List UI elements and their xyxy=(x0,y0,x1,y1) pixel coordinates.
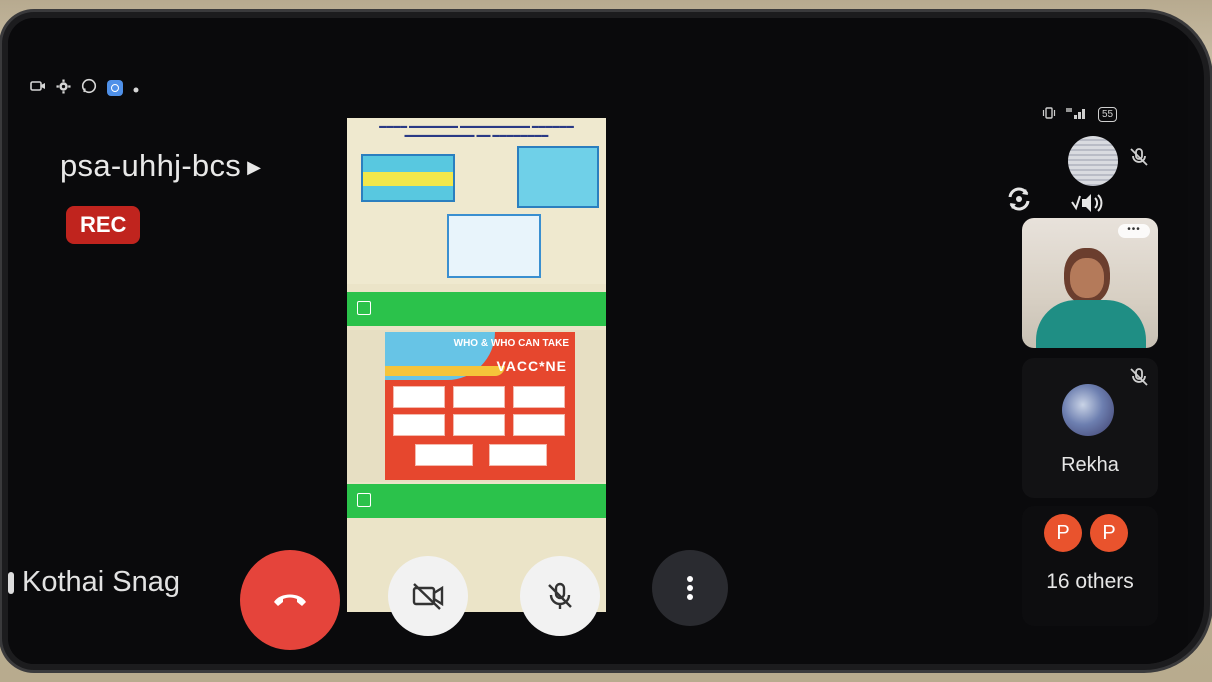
vaccine-poster-frame: WHO & WHO CAN TAKE VACC*NE xyxy=(347,330,606,482)
status-bar-left xyxy=(30,78,139,98)
poster-card xyxy=(393,386,445,408)
poster-card xyxy=(489,444,547,466)
battery-icon: 55 xyxy=(1098,107,1118,122)
gear-icon xyxy=(56,78,71,98)
camera-toggle-button[interactable] xyxy=(388,556,468,636)
participant-name: Rekha xyxy=(1061,454,1119,476)
image-icon xyxy=(357,493,371,507)
poster-card xyxy=(513,414,565,436)
dot-icon xyxy=(133,80,139,97)
chevron-right-icon: ▶ xyxy=(247,157,262,178)
image-icon xyxy=(357,301,371,315)
slide-thumbnail-1 xyxy=(361,154,455,202)
speaking-indicator-icon xyxy=(8,572,14,595)
whatsapp-icon xyxy=(81,78,97,98)
poster-card xyxy=(415,444,473,466)
poster-card xyxy=(513,386,565,408)
share-toolbar-1 xyxy=(347,292,606,326)
vaccine-poster: WHO & WHO CAN TAKE VACC*NE xyxy=(385,332,575,480)
phone-frame: 55 psa-uhhj-bcs ▶ REC ▬▬▬▬ ▬▬▬▬▬▬▬ ▬▬▬▬▬▬… xyxy=(8,18,1204,664)
presenter-label: Kothai Snag xyxy=(8,566,180,599)
signal-icon xyxy=(1066,106,1088,123)
avatar xyxy=(1062,384,1114,436)
camera-off-icon xyxy=(410,581,446,611)
more-vertical-icon xyxy=(686,575,694,601)
mic-off-icon xyxy=(544,580,576,612)
meet-screen: 55 psa-uhhj-bcs ▶ REC ▬▬▬▬ ▬▬▬▬▬▬▬ ▬▬▬▬▬▬… xyxy=(8,18,1188,664)
mic-off-icon xyxy=(1128,146,1150,174)
poster-heading: WHO & WHO CAN TAKE xyxy=(453,338,569,349)
slide-title-text: ▬▬▬▬ ▬▬▬▬▬▬▬ ▬▬▬▬▬▬▬▬▬▬ ▬▬▬▬▬▬ ▬▬▬▬▬▬▬▬▬▬… xyxy=(379,123,574,139)
mic-toggle-button[interactable] xyxy=(520,556,600,636)
switch-camera-icon[interactable] xyxy=(1004,184,1034,221)
meeting-code[interactable]: psa-uhhj-bcs ▶ xyxy=(60,148,261,184)
others-tile[interactable]: P P 16 others xyxy=(1022,506,1158,626)
end-call-button[interactable] xyxy=(240,550,340,650)
poster-card xyxy=(453,386,505,408)
slide-thumbnail-3 xyxy=(447,214,541,278)
self-avatar[interactable] xyxy=(1068,136,1118,186)
end-call-icon xyxy=(270,590,310,610)
app-icon xyxy=(107,80,123,96)
share-toolbar-2 xyxy=(347,484,606,518)
mic-off-icon xyxy=(1128,366,1150,394)
camera-icon xyxy=(30,79,46,97)
poster-title: VACC*NE xyxy=(496,358,567,374)
poster-card xyxy=(453,414,505,436)
meeting-code-text: psa-uhhj-bcs xyxy=(60,148,242,183)
status-bar-right: 55 xyxy=(1042,106,1118,123)
more-options-button[interactable] xyxy=(652,550,728,626)
participant-video-tile[interactable]: ••• xyxy=(1022,218,1158,348)
slide-thumbnail-2 xyxy=(517,146,599,208)
presenter-name: Kothai Snag xyxy=(22,566,181,598)
participant-tile-rekha[interactable]: Rekha xyxy=(1022,358,1158,498)
avatar-badge: P xyxy=(1090,514,1128,552)
screen-share-view[interactable]: ▬▬▬▬ ▬▬▬▬▬▬▬ ▬▬▬▬▬▬▬▬▬▬ ▬▬▬▬▬▬ ▬▬▬▬▬▬▬▬▬▬… xyxy=(347,118,606,612)
recording-badge: REC xyxy=(66,206,141,244)
others-count-label: 16 others xyxy=(1046,570,1134,593)
shared-slide-top: ▬▬▬▬ ▬▬▬▬▬▬▬ ▬▬▬▬▬▬▬▬▬▬ ▬▬▬▬▬▬ ▬▬▬▬▬▬▬▬▬▬… xyxy=(347,118,606,284)
poster-card xyxy=(393,414,445,436)
more-horizontal-icon[interactable]: ••• xyxy=(1118,224,1150,238)
avatar-badge: P xyxy=(1044,514,1082,552)
vibrate-icon xyxy=(1042,106,1056,123)
